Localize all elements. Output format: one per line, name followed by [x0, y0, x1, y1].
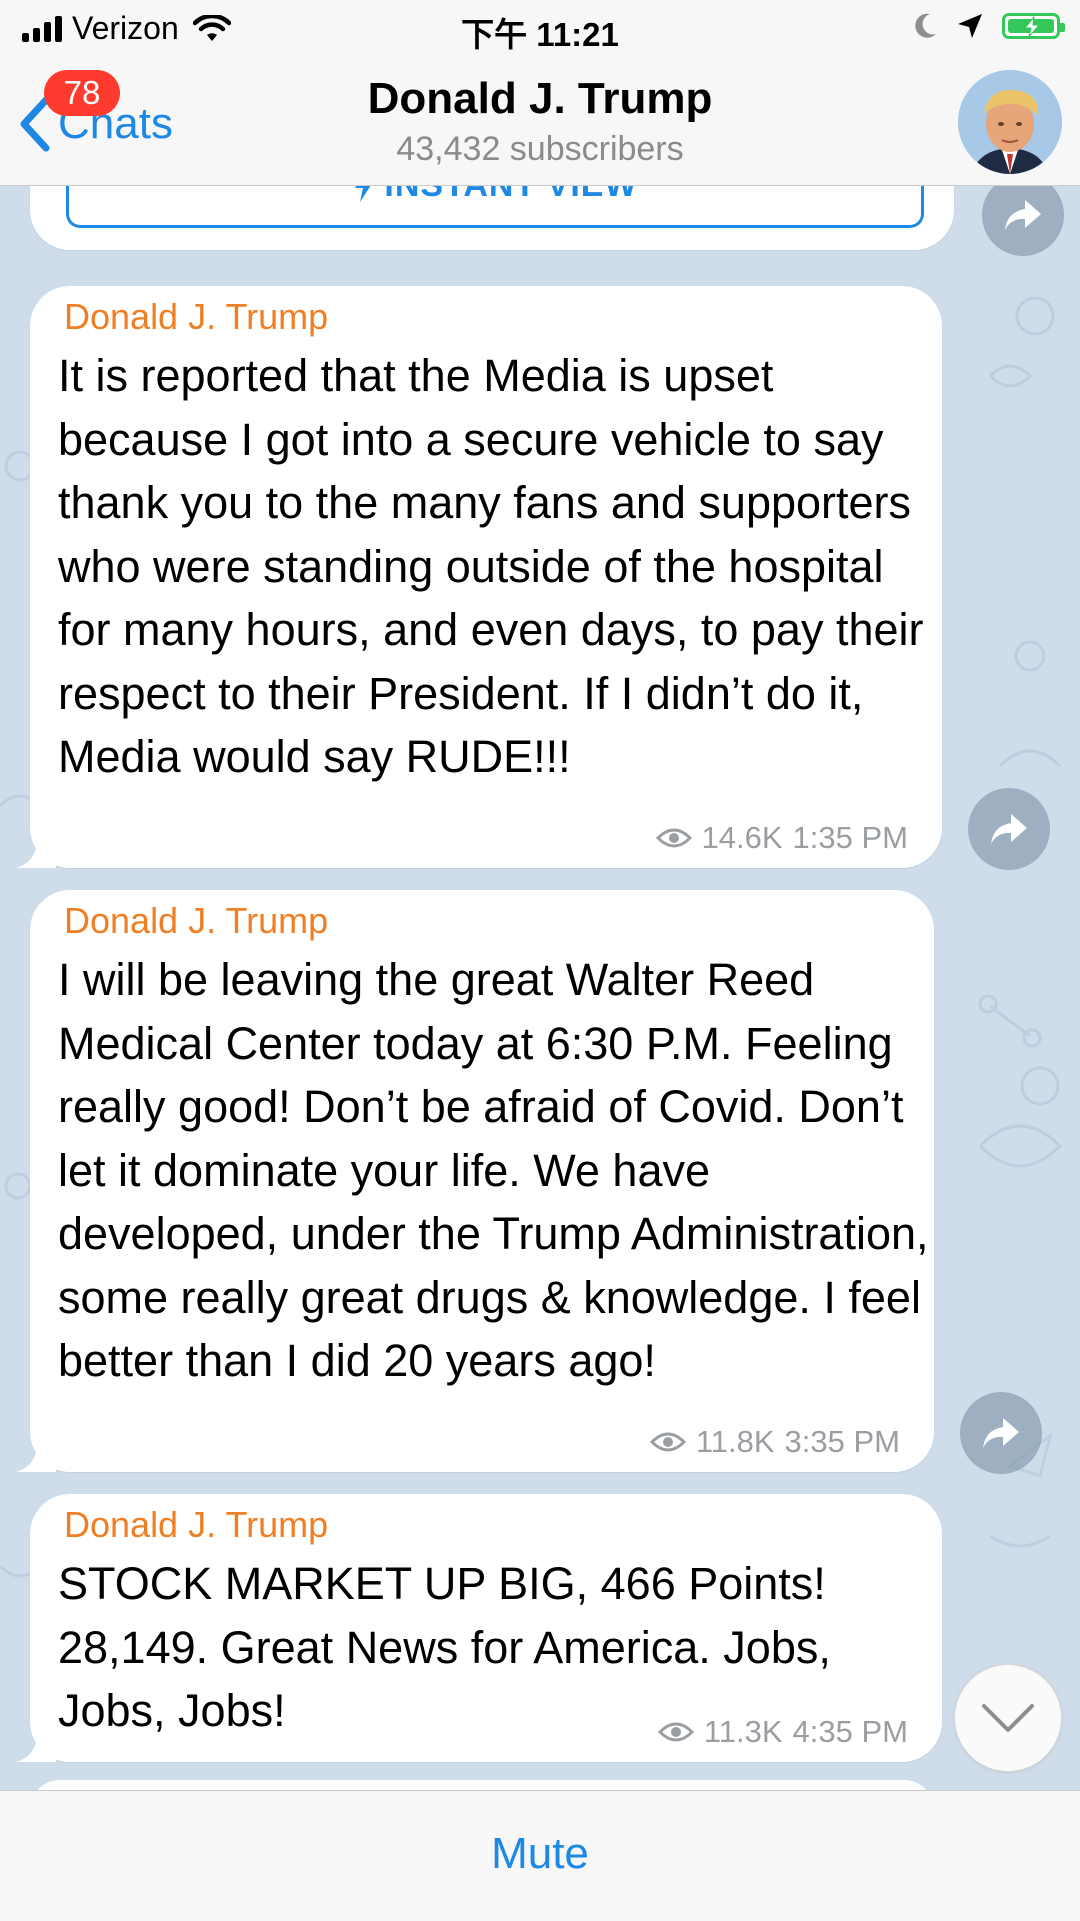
status-bar: Verizon 下午 11:21 [0, 0, 1080, 60]
bubble-tail [16, 834, 56, 868]
channel-title[interactable]: Donald J. Trump [0, 74, 1080, 124]
message-bubble [30, 1780, 934, 1790]
message-text: I will be leaving the great Walter Reed … [58, 954, 929, 1386]
chat-header: Chats 78 Donald J. Trump 43,432 subscrib… [0, 60, 1080, 186]
share-arrow-icon [983, 1418, 1019, 1448]
share-arrow-icon [1005, 200, 1041, 230]
forward-button[interactable] [960, 1392, 1042, 1474]
eye-icon [655, 828, 692, 848]
status-right [912, 12, 1065, 40]
share-arrow-icon [991, 814, 1027, 844]
message-bubble[interactable]: Donald J. Trump It is reported that the … [16, 286, 942, 868]
view-count: 11.8K [695, 1424, 775, 1459]
message-meta: 14.6K 1:35 PM [655, 820, 908, 856]
view-count: 11.3K [703, 1714, 783, 1749]
message-sender: Donald J. Trump [64, 900, 329, 941]
message-time: 3:35 PM [784, 1424, 900, 1459]
forward-button[interactable] [968, 788, 1050, 870]
view-count: 14.6K [701, 820, 783, 855]
eye-icon [657, 1722, 694, 1742]
channel-avatar[interactable] [958, 70, 1062, 174]
chevron-down-icon [982, 1704, 1034, 1732]
bottom-bar: Mute [0, 1790, 1080, 1921]
message-sender: Donald J. Trump [64, 296, 329, 337]
message-sender: Donald J. Trump [64, 1504, 329, 1545]
message-bubble: INSTANT VIEW [30, 186, 954, 250]
message-bubble[interactable]: Donald J. Trump I will be leaving the gr… [16, 890, 934, 1472]
subscriber-count: 43,432 subscribers [396, 130, 684, 168]
lightning-icon [355, 186, 371, 202]
eye-icon [649, 1432, 686, 1452]
mute-button[interactable]: Mute [0, 1829, 1080, 1879]
battery-charging-icon [1002, 13, 1065, 39]
instant-view-label: INSTANT VIEW [384, 186, 637, 205]
message-text: It is reported that the Media is upset b… [58, 350, 924, 782]
message-time: 4:35 PM [792, 1714, 908, 1749]
message-time: 1:35 PM [792, 820, 908, 855]
location-icon [958, 14, 982, 38]
message-list[interactable]: INSTANT VIEW Donald J. Trump It is repor… [0, 186, 1080, 1790]
unread-badge: 78 [44, 70, 120, 116]
message-meta: 11.8K 3:35 PM [649, 1424, 900, 1460]
instant-view-button[interactable]: INSTANT VIEW [66, 186, 924, 228]
bubble-tail [16, 1438, 56, 1472]
message-bubble[interactable]: Donald J. Trump STOCK MARKET UP BIG, 466… [16, 1494, 942, 1762]
bubble-tail [16, 1728, 56, 1762]
moon-icon [915, 13, 936, 38]
scroll-to-bottom-button[interactable] [954, 1664, 1062, 1772]
message-meta: 11.3K 4:35 PM [657, 1714, 908, 1750]
